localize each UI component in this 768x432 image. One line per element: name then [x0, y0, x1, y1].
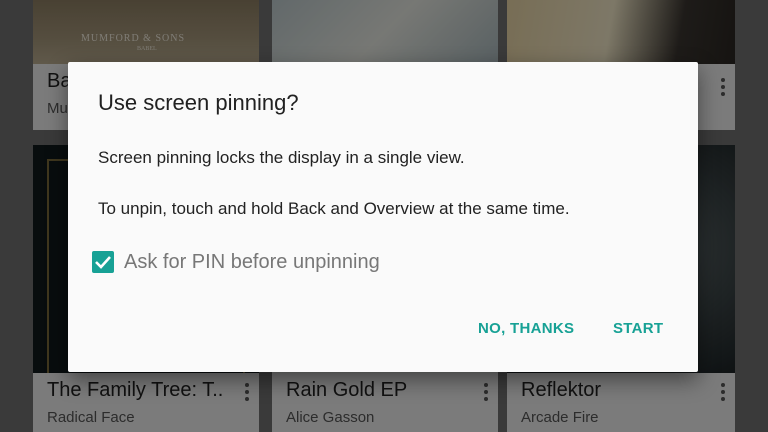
- no-thanks-button[interactable]: NO, THANKS: [478, 320, 574, 337]
- pin-checkbox-label: Ask for PIN before unpinning: [124, 250, 380, 273]
- screen-pinning-dialog: Use screen pinning? Screen pinning locks…: [68, 62, 698, 372]
- pin-checkbox-row[interactable]: Ask for PIN before unpinning: [92, 248, 380, 276]
- pin-checkbox[interactable]: [92, 251, 114, 273]
- dialog-message-1: Screen pinning locks the display in a si…: [98, 148, 465, 167]
- dialog-title: Use screen pinning?: [98, 90, 299, 115]
- dialog-message-2: To unpin, touch and hold Back and Overvi…: [98, 199, 570, 218]
- check-icon: [95, 256, 111, 269]
- start-button[interactable]: START: [613, 320, 663, 337]
